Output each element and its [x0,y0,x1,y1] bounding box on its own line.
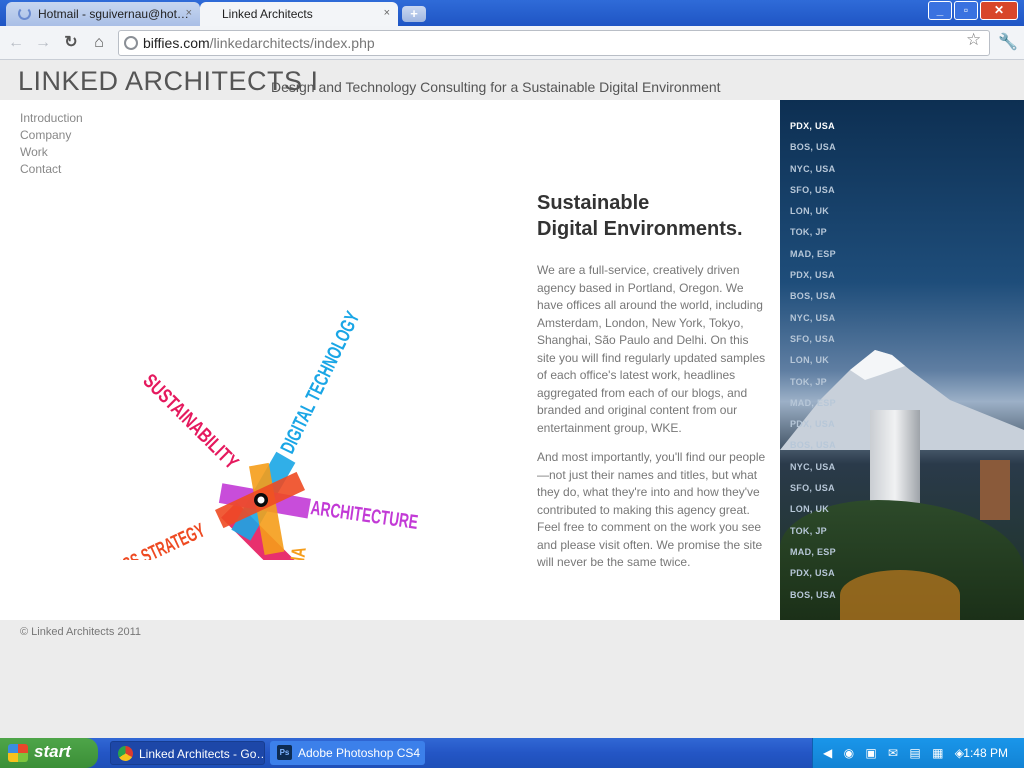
start-button[interactable]: start [0,738,98,768]
city-link[interactable]: LON, UK [790,499,836,520]
nav-company[interactable]: Company [20,127,83,144]
starburst-dot [257,496,265,504]
architecture-label[interactable]: ARCHITECTURE [309,497,419,534]
article-heading-line2: Digital Environments. [537,218,743,240]
taskbar-item-chrome[interactable]: Linked Architects - Go… [110,741,265,765]
city-link[interactable]: BOS, USA [790,137,836,158]
task-label: Adobe Photoshop CS4 [298,746,421,760]
footer-copyright: © Linked Architects 2011 [20,626,142,638]
site-nav: Introduction Company Work Contact [20,110,83,178]
tab-close-icon[interactable]: × [384,7,390,19]
taskbar: start Linked Architects - Go… Ps Adobe P… [0,738,1024,768]
city-link[interactable]: MAD, ESP [790,244,836,265]
city-link[interactable]: TOK, JP [790,222,836,243]
wrench-menu-icon[interactable]: 🔧 [998,32,1018,52]
city-link[interactable]: SFO, USA [790,478,836,499]
city-link[interactable]: SFO, USA [790,180,836,201]
city-link[interactable]: PDX, USA [790,116,836,137]
nav-contact[interactable]: Contact [20,161,83,178]
main-content: Introduction Company Work Contact SUSTAI… [0,100,780,620]
chrome-icon [118,746,133,761]
site-tagline: Design and Technology Consulting for a S… [271,79,721,95]
business-strategy-label[interactable]: BUSINESS STRATEGY [77,519,209,560]
tab-close-icon[interactable]: × [186,7,192,19]
city-link[interactable]: SFO, USA [790,329,836,350]
city-link[interactable]: LON, UK [790,201,836,222]
city-link[interactable]: TOK, JP [790,372,836,393]
photoshop-icon: Ps [277,745,292,760]
start-label: start [34,742,71,761]
taskbar-item-photoshop[interactable]: Ps Adobe Photoshop CS4 [270,741,425,765]
bookmark-star-icon[interactable]: ☆ [966,30,981,50]
city-link[interactable]: NYC, USA [790,457,836,478]
building-image [980,460,1010,520]
autumn-foliage-image [840,570,960,620]
task-label: Linked Architects - Go… [139,747,265,761]
city-link[interactable]: PDX, USA [790,563,836,584]
tab-hotmail[interactable]: Hotmail - sguivernau@hot… × [6,2,200,26]
home-icon[interactable]: ⌂ [88,32,110,54]
city-link[interactable]: MAD, ESP [790,542,836,563]
new-tab-button[interactable]: + [402,6,426,22]
tray-icons[interactable]: ◀ ◉ ▣ ✉ ▤ ▦ ◈ [823,746,968,760]
site-header: LINKED ARCHITECTS I Design and Technolog… [0,61,1024,100]
nav-work[interactable]: Work [20,144,83,161]
city-sidebar: PDX, USA BOS, USA NYC, USA SFO, USA LON, UK T… [780,100,1024,620]
article-paragraph-1: We are a full-service, creatively driven… [537,263,766,435]
sustainability-label[interactable]: SUSTAINABILITY [138,370,242,474]
url-host: biffies.com [143,35,210,51]
globe-icon [124,36,138,50]
city-link[interactable]: PDX, USA [790,414,836,435]
forward-arrow-icon[interactable]: → [32,32,54,54]
minimize-button[interactable]: _ [928,1,952,20]
browser-tab-bar: Hotmail - sguivernau@hot… × Linked Archi… [0,0,1024,26]
browser-toolbar: ← → ↻ ⌂ biffies.com/linkedarchitects/ind… [0,26,1024,60]
reload-icon[interactable]: ↻ [60,32,82,54]
address-bar[interactable]: biffies.com/linkedarchitects/index.php [118,30,990,56]
city-link[interactable]: LON, UK [790,350,836,371]
city-link[interactable]: NYC, USA [790,308,836,329]
city-link[interactable]: BOS, USA [790,585,836,606]
clock[interactable]: 1:48 PM [963,746,1008,760]
city-link[interactable]: TOK, JP [790,521,836,542]
city-link[interactable]: MAD, ESP [790,393,836,414]
close-window-button[interactable]: ✕ [980,1,1018,20]
maximize-button[interactable]: ▫ [954,1,978,20]
nav-introduction[interactable]: Introduction [20,110,83,127]
hero-starburst-graphic: SUSTAINABILITY DIGITAL TECHNOLOGY ARCHIT… [77,308,419,560]
article-paragraph-2: And most importantly, you'll find our pe… [537,450,766,569]
system-tray: ◀ ◉ ▣ ✉ ▤ ▦ ◈ 1:48 PM [812,738,1024,768]
article-heading-line1: Sustainable [537,192,650,214]
article-heading: Sustainable Digital Environments. [537,190,767,242]
tab-label: Hotmail - sguivernau@hot… [38,7,189,21]
intro-article: Sustainable Digital Environments. We are… [537,190,767,584]
url-path: /linkedarchitects/index.php [209,35,375,51]
city-link[interactable]: NYC, USA [790,159,836,180]
loading-spinner-icon [18,7,31,20]
back-arrow-icon[interactable]: ← [5,32,27,54]
tab-label: Linked Architects [222,7,313,21]
city-link[interactable]: PDX, USA [790,265,836,286]
tab-linked-architects[interactable]: Linked Architects × [200,2,398,26]
windows-flag-icon [8,744,28,762]
city-list: PDX, USA BOS, USA NYC, USA SFO, USA LON, UK T… [790,116,836,606]
city-link[interactable]: BOS, USA [790,286,836,307]
city-link[interactable]: BOS, USA [790,435,836,456]
digital-technology-label[interactable]: DIGITAL TECHNOLOGY [277,308,365,457]
